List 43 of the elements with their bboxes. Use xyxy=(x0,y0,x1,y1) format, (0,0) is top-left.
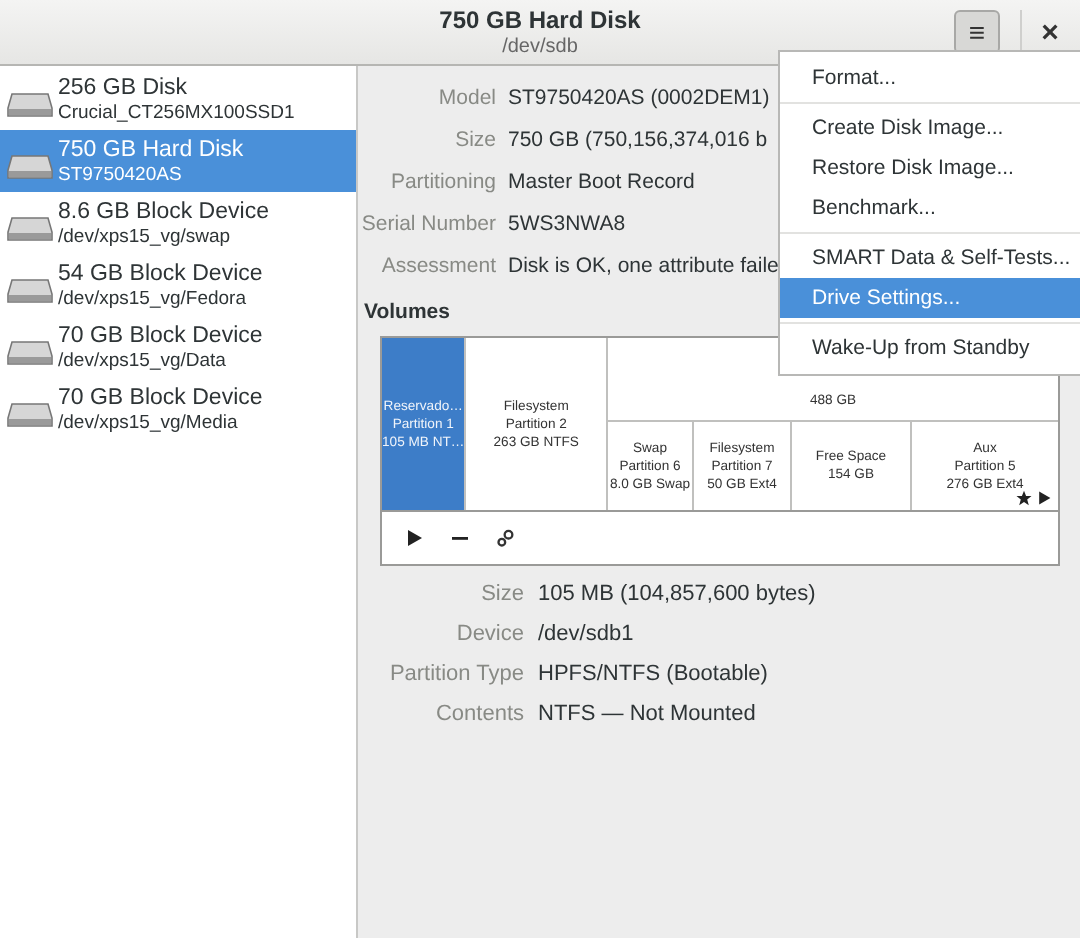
drive-item[interactable]: 70 GB Block Device /dev/xps15_vg/Media xyxy=(0,378,356,440)
hard-drive-icon xyxy=(6,211,54,243)
field-value: NTFS — Not Mounted xyxy=(538,700,756,730)
field-value: /dev/sdb1 xyxy=(538,620,634,650)
field-value: ST9750420AS (0002DEM1) xyxy=(508,84,770,114)
menu-item[interactable]: Benchmark... xyxy=(780,188,1080,228)
hard-drive-icon xyxy=(6,335,54,367)
field-value: 105 MB (104,857,600 bytes) xyxy=(538,580,816,610)
field-label: Assessment xyxy=(381,252,496,282)
field-label: Partition Type xyxy=(389,660,524,690)
field-value: Disk is OK, one attribute faile xyxy=(508,252,779,282)
menu-item[interactable]: Restore Disk Image... xyxy=(780,148,1080,188)
gears-icon[interactable] xyxy=(496,528,516,548)
field-label: Size xyxy=(455,126,496,156)
play-icon xyxy=(1036,490,1052,506)
menu-button[interactable]: ≡ xyxy=(954,10,1000,54)
menu-item[interactable]: Create Disk Image... xyxy=(780,108,1080,148)
hard-drive-icon xyxy=(6,87,54,119)
drive-item[interactable]: 70 GB Block Device /dev/xps15_vg/Data xyxy=(0,316,356,378)
hard-drive-icon xyxy=(6,397,54,429)
drive-item[interactable]: 256 GB Disk Crucial_CT256MX100SSD1 xyxy=(0,68,356,130)
section-heading: Volumes xyxy=(364,300,450,324)
drive-item[interactable]: 54 GB Block Device /dev/xps15_vg/Fedora xyxy=(0,254,356,316)
field-value: HPFS/NTFS (Bootable) xyxy=(538,660,768,690)
field-value: Master Boot Record xyxy=(508,168,695,198)
field-label: Contents xyxy=(435,700,524,730)
hard-drive-icon xyxy=(6,273,54,305)
field-value: 5WS3NWA8 xyxy=(508,210,626,240)
field-label: Partitioning xyxy=(390,168,496,198)
close-button[interactable]: × xyxy=(1030,12,1070,52)
window-subtitle: /dev/sdb xyxy=(502,36,578,60)
menu-item[interactable]: SMART Data & Self-Tests... xyxy=(780,238,1080,278)
star-icon xyxy=(1016,490,1032,506)
menu-item[interactable]: Format... xyxy=(780,58,1080,98)
field-label: Serial Number xyxy=(361,210,496,240)
field-label: Model xyxy=(438,84,496,114)
field-label: Size xyxy=(481,580,524,610)
drive-item[interactable]: 8.6 GB Block Device /dev/xps15_vg/swap xyxy=(0,192,356,254)
window-title: 750 GB Hard Disk xyxy=(439,6,641,36)
field-label: Device xyxy=(456,620,524,650)
field-value: 750 GB (750,156,374,016 b xyxy=(508,126,768,156)
hard-drive-icon xyxy=(6,149,54,181)
play-icon[interactable] xyxy=(404,528,424,548)
